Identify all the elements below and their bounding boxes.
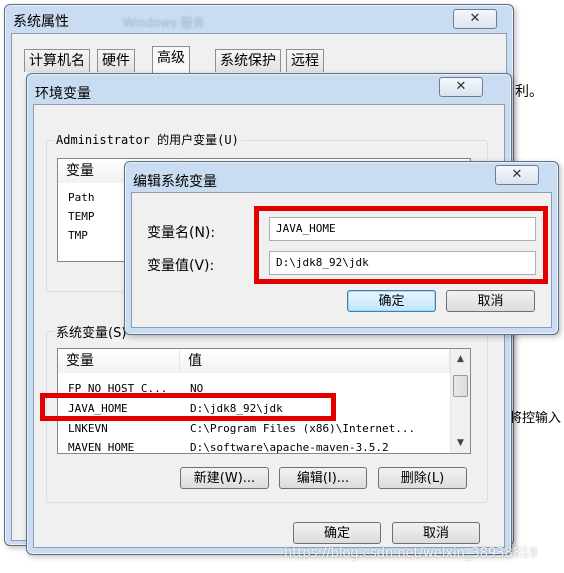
close-icon: ✕ [511,167,523,182]
variable-name-input[interactable]: JAVA_HOME [269,217,536,241]
close-icon: ✕ [455,79,467,94]
background-text-2: 将控输入 [509,411,562,426]
scroll-down-icon[interactable]: ▼ [451,435,470,451]
variable-value: NO [190,382,204,395]
edit-cancel-button[interactable]: 取消 [446,290,535,312]
table-row[interactable]: MAVEN_HOME D:\software\apache-maven-3.5.… [58,439,450,454]
variable-value-input[interactable]: D:\jdk8_92\jdk [269,251,536,275]
env-ok-button[interactable]: 确定 [293,522,381,544]
tab-computer-name[interactable]: 计算机名 [24,49,90,72]
variable-name: LNKEVN [68,422,108,435]
variable-value: D:\jdk8_92\jdk [190,402,283,415]
edit-ok-button[interactable]: 确定 [347,290,436,312]
environment-variables-title: 环境变量 [35,86,91,102]
user-variables-label: Administrator 的用户变量(U) [54,131,241,148]
env-cancel-button[interactable]: 取消 [392,522,480,544]
variable-name: JAVA_HOME [68,402,128,415]
list-item[interactable]: TEMP [68,208,95,226]
variable-value: D:\software\apache-maven-3.5.2 [190,441,389,454]
system-list-header-value[interactable]: 值 [180,349,450,373]
table-row[interactable]: LNKEVN C:\Program Files (x86)\Internet..… [58,420,450,438]
variable-name: MAVEN_HOME [68,441,135,454]
variable-value-label: 变量值(V): [147,258,215,274]
list-item[interactable]: Path [68,189,95,207]
new-variable-button[interactable]: 新建(W)... [180,467,269,489]
variable-value: C:\Program Files (x86)\Internet... [190,422,416,435]
watermark: https://blog.csdn.net/weixin_38938819 [284,546,538,561]
system-variables-label: 系统变量(S) [54,322,129,341]
scroll-up-icon[interactable]: ▲ [451,351,470,367]
table-row[interactable]: JAVA_HOME D:\jdk8_92\jdk [58,400,450,418]
background-text-1: 利。 [515,84,543,100]
environment-variables-close-button[interactable]: ✕ [439,77,483,97]
system-properties-close-button[interactable]: ✕ [453,9,497,29]
system-list-header-variable[interactable]: 变量 [58,349,180,373]
tab-system-protection[interactable]: 系统保护 [215,49,281,72]
list-item[interactable]: TMP [68,227,88,245]
delete-variable-button[interactable]: 删除(L) [378,467,467,489]
edit-dialog-close-button[interactable]: ✕ [495,165,539,185]
tab-advanced[interactable]: 高级 [152,46,190,73]
tab-hardware[interactable]: 硬件 [97,49,135,72]
system-properties-bg-title: Windows 服务 [123,16,205,30]
tab-remote[interactable]: 远程 [286,49,324,72]
system-list-scrollbar[interactable]: ▲ ▼ [450,349,470,453]
edit-variable-button[interactable]: 编辑(I)... [279,467,367,489]
scrollbar-thumb[interactable] [453,375,468,397]
close-icon: ✕ [469,11,481,26]
variable-name: FP_NO_HOST_C... [68,382,168,395]
system-variables-list[interactable]: 变量 值 FP_NO_HOST_C... NO JAVA_HOME D:\jdk… [57,348,471,454]
variable-name-label: 变量名(N): [147,225,216,241]
table-row[interactable]: FP_NO_HOST_C... NO [58,380,450,398]
edit-dialog-title: 编辑系统变量 [133,174,217,190]
system-properties-title: 系统属性 [13,14,69,30]
